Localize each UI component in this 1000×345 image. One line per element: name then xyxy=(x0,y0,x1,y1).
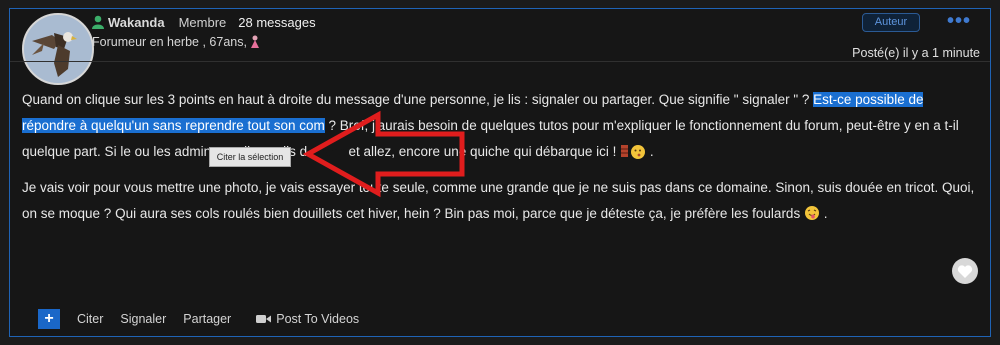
post-actions: + Citer Signaler Partager Post To Videos xyxy=(38,309,376,329)
brick-emoji-icon xyxy=(621,145,629,157)
user-rank-age: Forumeur en herbe , 67ans, xyxy=(92,35,247,49)
post-body: Quand on clique sur les 3 points en haut… xyxy=(22,87,977,237)
user-icon xyxy=(92,15,104,29)
quote-button[interactable]: Citer xyxy=(77,312,103,326)
username[interactable]: Wakanda xyxy=(108,15,165,30)
multiquote-button[interactable]: + xyxy=(38,309,60,329)
post-to-videos-label: Post To Videos xyxy=(276,312,360,326)
post-to-videos-button[interactable]: Post To Videos xyxy=(256,312,359,326)
text-segment: . xyxy=(646,144,654,159)
female-icon xyxy=(250,35,259,48)
header-divider xyxy=(10,61,990,62)
text-segment: et allez, encore une quiche qui débarque… xyxy=(348,144,621,159)
forum-post: Wakanda Membre 28 messages Forumeur en h… xyxy=(9,8,991,337)
tongue-emoji-icon xyxy=(804,206,819,220)
text-segment: Je vais voir pour vous mettre une photo,… xyxy=(22,180,975,221)
heart-icon xyxy=(957,264,973,278)
text-segment: . xyxy=(819,206,828,221)
user-info-line: Wakanda Membre 28 messages xyxy=(92,13,316,31)
hidden-text-under-tooltip: evront xyxy=(307,144,345,159)
video-camera-icon xyxy=(256,315,272,323)
author-badge: Auteur xyxy=(862,13,920,32)
message-count: 28 messages xyxy=(238,14,316,30)
quote-selection-tooltip[interactable]: Citer la sélection xyxy=(209,147,291,167)
more-options-icon[interactable]: ••• xyxy=(947,10,971,33)
avatar[interactable] xyxy=(22,13,94,85)
kiss-emoji-icon xyxy=(631,145,646,159)
paragraph-1: Quand on clique sur les 3 points en haut… xyxy=(22,87,977,165)
like-button[interactable] xyxy=(952,258,978,284)
user-role: Membre xyxy=(178,14,227,30)
eagle-avatar-image xyxy=(24,15,92,83)
share-button[interactable]: Partager xyxy=(183,312,231,326)
user-subtitle: Forumeur en herbe , 67ans, xyxy=(92,35,260,49)
report-button[interactable]: Signaler xyxy=(120,312,166,326)
post-timestamp: Posté(e) il y a 1 minute xyxy=(852,46,980,60)
text-segment: Quand on clique sur les 3 points en haut… xyxy=(22,92,814,107)
paragraph-2: Je vais voir pour vous mettre une photo,… xyxy=(22,175,977,227)
